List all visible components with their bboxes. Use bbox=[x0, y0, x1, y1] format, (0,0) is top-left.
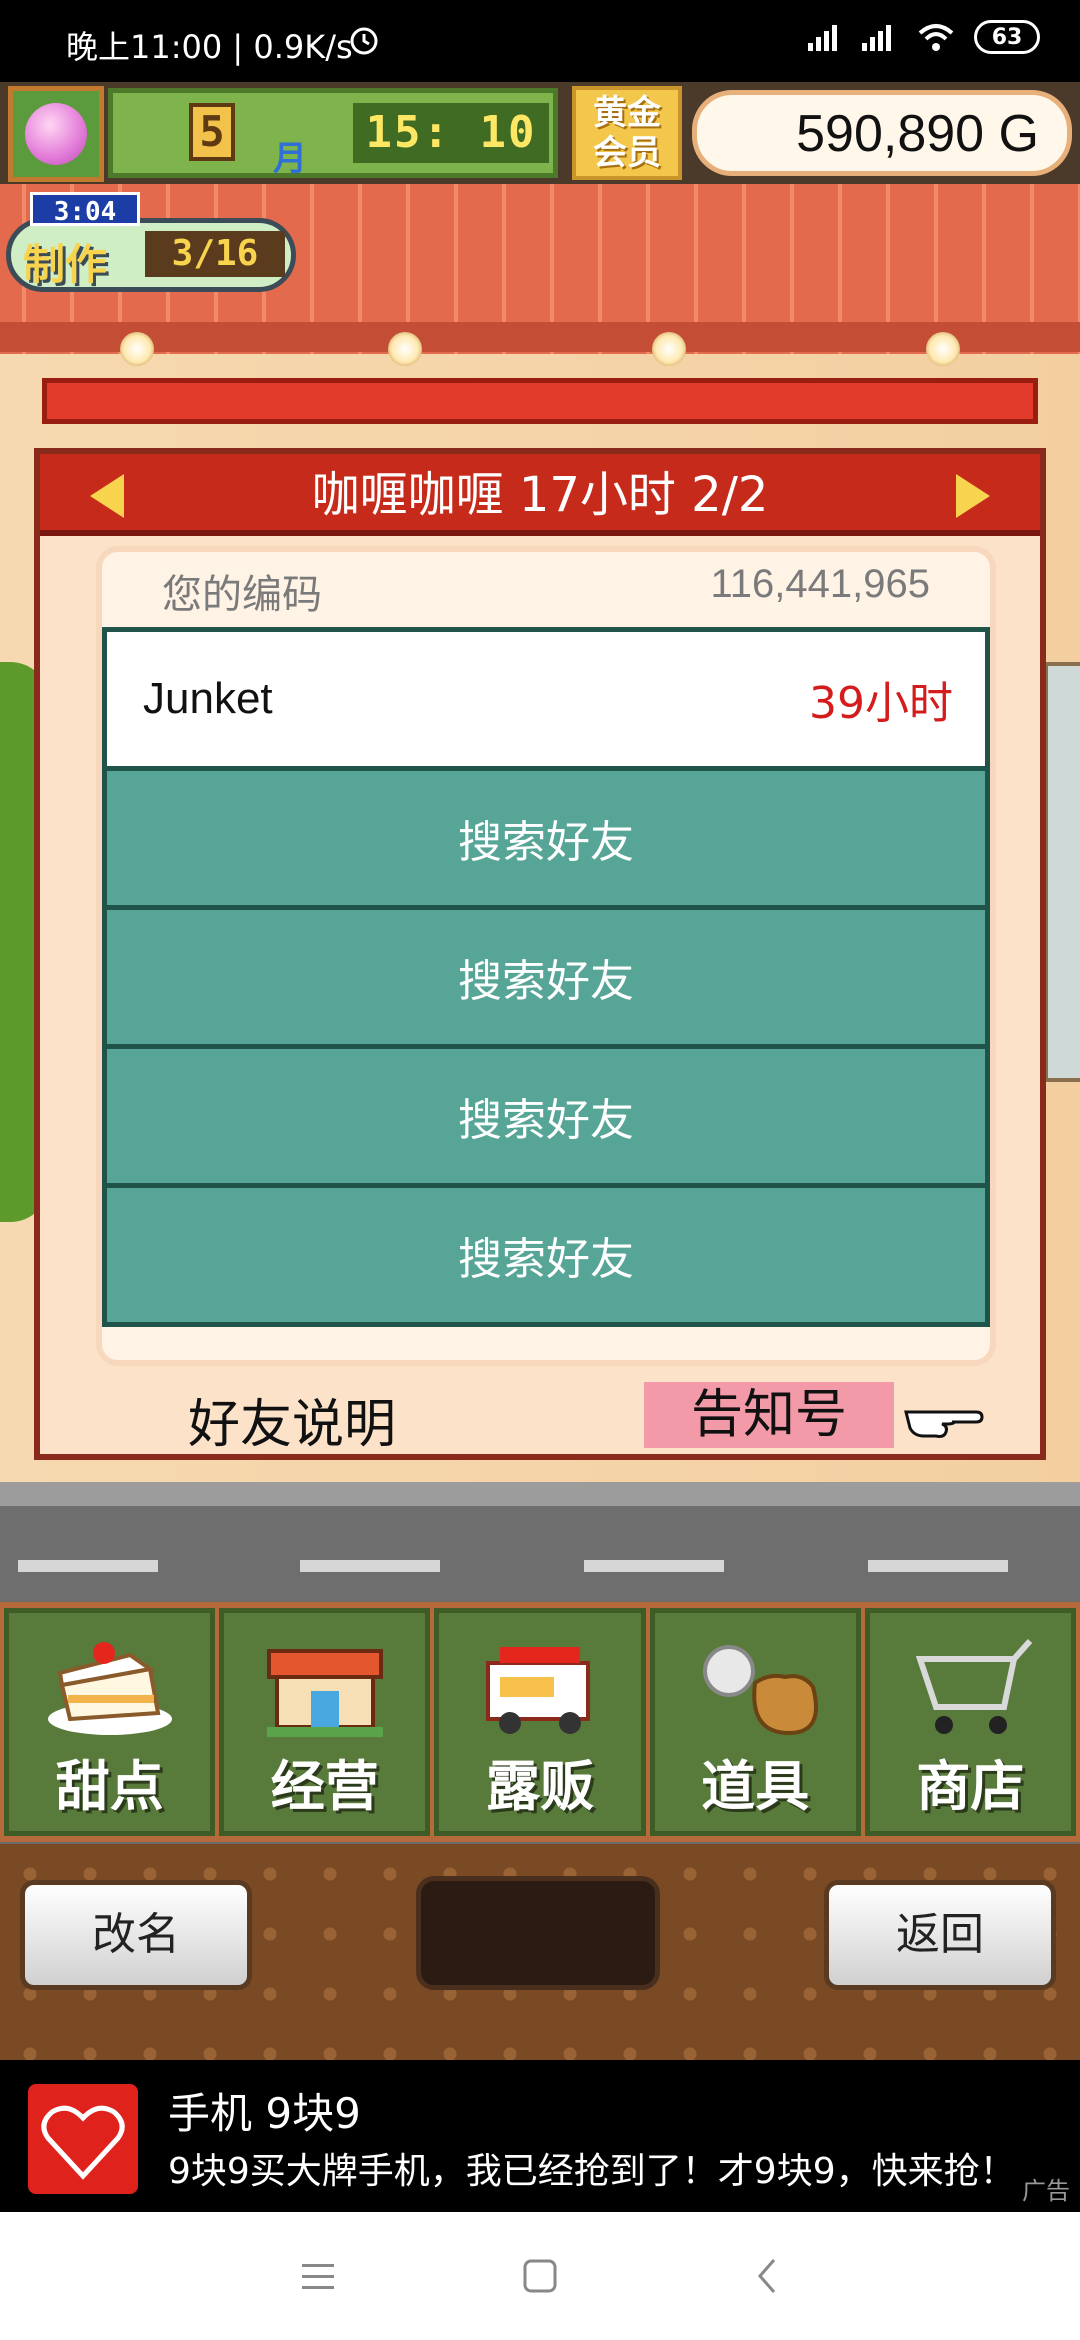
menu-items-button[interactable]: 道具 bbox=[649, 1608, 861, 1836]
pointing-hand-icon bbox=[904, 1410, 984, 1438]
ad-logo-icon bbox=[28, 2084, 138, 2194]
food-truck-icon bbox=[486, 1647, 590, 1734]
code-value: 116,441,965 bbox=[710, 562, 930, 606]
menu-label: 商店 bbox=[916, 1755, 1025, 1818]
back-icon[interactable] bbox=[748, 2256, 788, 2296]
search-friend-button[interactable]: 搜索好友 bbox=[102, 1044, 990, 1188]
gold-member-badge[interactable]: 黄金 会员 bbox=[572, 86, 682, 180]
lamp-icon bbox=[652, 332, 686, 366]
menu-store-button[interactable]: 商店 bbox=[864, 1608, 1077, 1836]
back-button[interactable]: 返回 bbox=[824, 1880, 1056, 1990]
search-friend-button[interactable]: 搜索好友 bbox=[102, 905, 990, 1049]
lamp-icon bbox=[926, 332, 960, 366]
lamp-icon bbox=[388, 332, 422, 366]
game-clock: 15: 10 bbox=[353, 103, 549, 163]
ad-title: 手机 9块9 bbox=[168, 2089, 361, 2138]
arrow-right-icon[interactable] bbox=[956, 474, 990, 518]
menu-label: 甜点 bbox=[55, 1755, 164, 1818]
friend-row[interactable]: Junket 39小时 bbox=[102, 627, 990, 771]
dialog-header: 咖喱咖喱 17小时 2/2 bbox=[40, 454, 1040, 536]
search-friend-button[interactable]: 搜索好友 bbox=[102, 1183, 990, 1327]
build-timer: 3:04 bbox=[30, 192, 140, 227]
awning-edge bbox=[0, 322, 1080, 352]
system-nav-bar bbox=[0, 2212, 1080, 2340]
menu-icon[interactable] bbox=[298, 2256, 338, 2296]
code-label: 您的编码 bbox=[162, 572, 322, 618]
ad-description: 9块9买大牌手机，我已经抢到了！才9块9，快来抢！ bbox=[168, 2151, 1016, 2192]
flower-icon bbox=[25, 103, 87, 165]
top-hud: 5 月 15: 10 黄金 会员 590,890 G bbox=[0, 82, 1080, 184]
date-display: 5 月 15: 10 bbox=[108, 88, 558, 179]
build-pill: 制作 3/16 bbox=[6, 218, 296, 292]
shop-sign-bar bbox=[42, 378, 1038, 424]
curb bbox=[0, 1482, 1080, 1506]
center-slot bbox=[416, 1876, 660, 1990]
menu-manage-button[interactable]: 经营 bbox=[219, 1608, 431, 1836]
build-status[interactable]: 制作 3/16 3:04 bbox=[6, 192, 296, 292]
status-time: 晚上11:00 | 0.9K/s bbox=[66, 28, 353, 66]
friend-name: Junket bbox=[143, 674, 273, 723]
bottom-panel: 改名 返回 bbox=[0, 1844, 1080, 2060]
menu-label: 经营 bbox=[270, 1755, 379, 1818]
wifi-icon bbox=[918, 24, 954, 51]
build-label: 制作 bbox=[23, 240, 108, 289]
game-screen: 5 月 15: 10 黄金 会员 590,890 G 制作 3/16 3:04 … bbox=[0, 82, 1080, 2060]
battery-level: 63 bbox=[991, 24, 1023, 50]
build-progress: 3/16 bbox=[145, 231, 285, 277]
lane-marking bbox=[868, 1560, 1008, 1572]
menu-label: 露贩 bbox=[486, 1755, 594, 1818]
lane-marking bbox=[300, 1560, 440, 1572]
month-number: 5 bbox=[189, 103, 235, 161]
friends-dialog: 咖喱咖喱 17小时 2/2 您的编码 116,441,965 Junket 39… bbox=[34, 448, 1046, 1460]
month-label: 月 bbox=[273, 139, 307, 179]
dialog-title: 咖喱咖喱 17小时 2/2 bbox=[311, 467, 769, 523]
menu-dessert-button[interactable]: 甜点 bbox=[4, 1608, 216, 1836]
friends-panel: 您的编码 116,441,965 Junket 39小时 搜索好友 搜索好友 搜… bbox=[96, 546, 996, 1366]
alarm-icon bbox=[350, 27, 378, 55]
menu-stall-button[interactable]: 露贩 bbox=[434, 1608, 646, 1836]
rename-button[interactable]: 改名 bbox=[20, 1880, 252, 1990]
lane-marking bbox=[584, 1560, 724, 1572]
search-friend-label: 搜索好友 bbox=[458, 956, 634, 1007]
shopping-cart-icon bbox=[916, 1639, 1033, 1734]
main-menu: 甜点 经营 露贩 道具 商店 bbox=[0, 1602, 1080, 1842]
gold-member-line1: 黄金 bbox=[593, 93, 661, 133]
shop-icon bbox=[266, 1649, 383, 1737]
search-friend-label: 搜索好友 bbox=[458, 817, 634, 868]
search-friend-label: 搜索好友 bbox=[458, 1234, 634, 1285]
signal-icon bbox=[862, 25, 891, 51]
dialog-footer: 好友说明 告知号 bbox=[40, 1376, 1040, 1460]
battery-indicator: 63 bbox=[974, 20, 1040, 54]
status-bar: 晚上11:00 | 0.9K/s 63 bbox=[0, 0, 1080, 82]
shop-window-decoration bbox=[1044, 662, 1080, 1082]
gold-member-line2: 会员 bbox=[593, 133, 661, 173]
items-bag-icon bbox=[703, 1645, 819, 1736]
flower-button[interactable] bbox=[8, 86, 104, 182]
lamp-icon bbox=[120, 332, 154, 366]
search-friend-label: 搜索好友 bbox=[458, 1095, 634, 1146]
ad-tag: 广告 bbox=[1022, 2177, 1070, 2205]
friend-explain-button[interactable]: 好友说明 bbox=[188, 1382, 396, 1457]
friend-list: Junket 39小时 搜索好友 搜索好友 搜索好友 搜索好友 bbox=[102, 627, 990, 1327]
lane-marking bbox=[18, 1560, 158, 1572]
your-code-row: 您的编码 116,441,965 bbox=[102, 552, 990, 618]
menu-label: 道具 bbox=[701, 1755, 810, 1818]
notify-id-button[interactable]: 告知号 bbox=[644, 1382, 894, 1448]
signal-hd-icon bbox=[808, 25, 837, 51]
cake-icon bbox=[47, 1642, 172, 1735]
home-icon[interactable] bbox=[520, 2256, 560, 2296]
search-friend-button[interactable]: 搜索好友 bbox=[102, 766, 990, 910]
ad-banner[interactable]: 手机 9块9 9块9买大牌手机，我已经抢到了！才9块9，快来抢！ 广告 bbox=[0, 2060, 1080, 2212]
money-display: 590,890 G bbox=[692, 90, 1072, 176]
friend-hours: 39小时 bbox=[809, 678, 953, 729]
